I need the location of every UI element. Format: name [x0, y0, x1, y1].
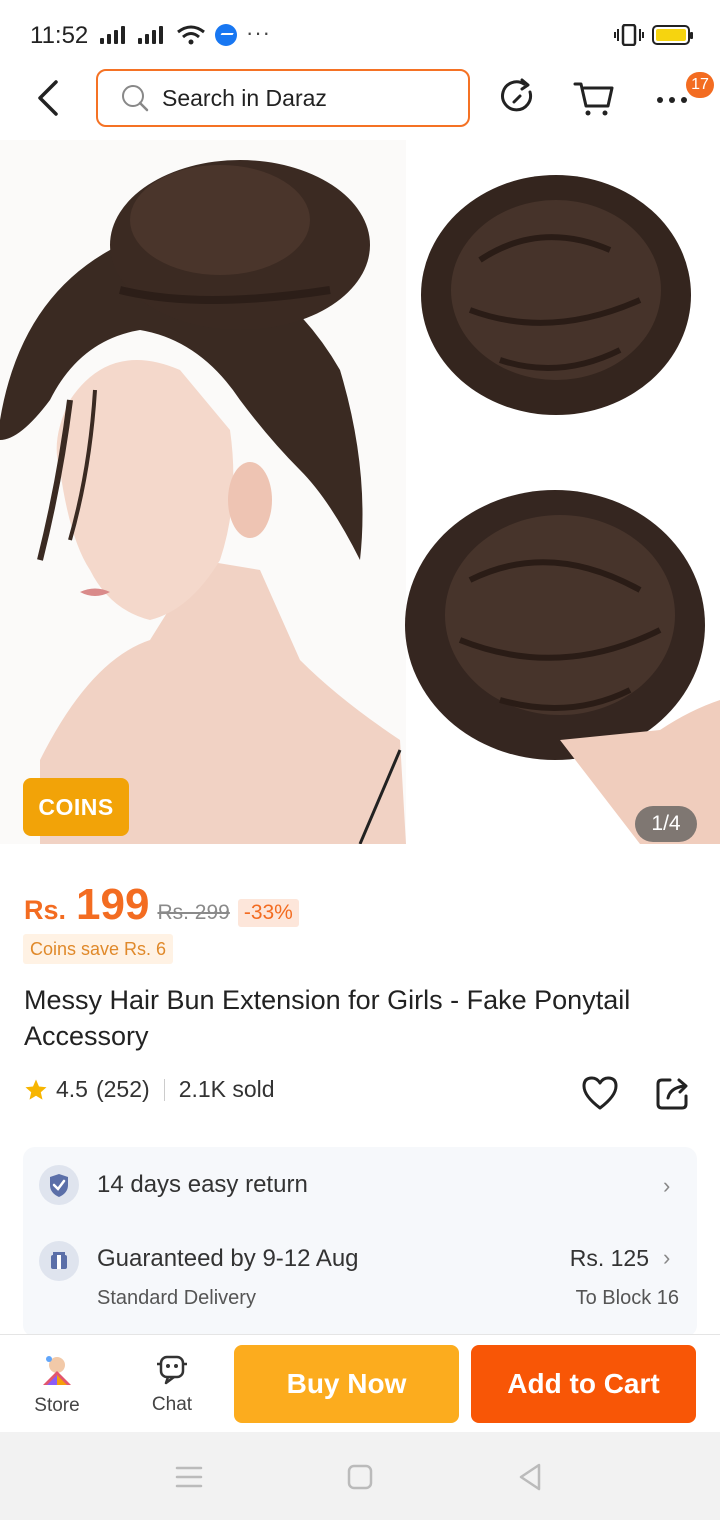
- store-button[interactable]: Store: [7, 1335, 107, 1433]
- status-bar: 11:52 ···: [0, 0, 720, 70]
- back-nav-icon[interactable]: [515, 1462, 545, 1492]
- delivery-type: Standard Delivery: [97, 1287, 256, 1309]
- image-counter: 1/4: [635, 806, 697, 842]
- menu-icon[interactable]: [174, 1462, 204, 1492]
- messenger-icon: [215, 24, 237, 46]
- back-icon[interactable]: [30, 76, 70, 120]
- cart-icon[interactable]: [572, 76, 616, 120]
- price-value: 199: [76, 880, 150, 929]
- delivery-destination: To Block 16: [575, 1287, 679, 1309]
- rating-value: 4.5: [56, 1076, 88, 1102]
- review-count: (252): [95, 1076, 150, 1102]
- delivery-label: Guaranteed by 9-12 Aug: [97, 1245, 359, 1272]
- chat-label: Chat: [151, 1394, 193, 1415]
- buy-now-button[interactable]: Buy Now: [234, 1345, 459, 1423]
- cart-count-badge: 17: [686, 72, 714, 98]
- status-time: 11:52: [30, 22, 89, 49]
- rating-row[interactable]: 4.5 (252) 2.1K sold: [24, 1076, 275, 1103]
- chevron-right-icon: ›: [663, 1173, 671, 1198]
- discount-badge: -33%: [237, 899, 299, 927]
- status-more-icon: ···: [246, 20, 271, 45]
- search-placeholder: Search in Daraz: [162, 84, 327, 111]
- battery-icon: [652, 25, 693, 45]
- star-icon: [25, 1079, 47, 1100]
- system-nav-bar: [0, 1432, 720, 1520]
- return-policy-row[interactable]: 14 days easy return ›: [23, 1147, 697, 1223]
- add-to-cart-button[interactable]: Add to Cart: [471, 1345, 696, 1423]
- share-icon[interactable]: [654, 1074, 692, 1112]
- bottom-action-bar: Store Chat Buy Now Add to Cart: [0, 1334, 720, 1432]
- vibrate-icon: [614, 24, 644, 46]
- sold-count: 2.1K sold: [178, 1076, 275, 1102]
- divider: [163, 1078, 165, 1101]
- product-title: Messy Hair Bun Extension for Girls - Fak…: [24, 985, 631, 1051]
- store-icon: [43, 1356, 71, 1385]
- delivery-icon: [39, 1241, 79, 1281]
- shield-icon: [39, 1165, 79, 1205]
- home-icon[interactable]: [345, 1462, 375, 1492]
- coins-save-tag: Coins save Rs. 6: [23, 934, 174, 964]
- search-input[interactable]: Search in Daraz: [96, 69, 470, 127]
- signal-icon: [100, 26, 125, 44]
- wifi-icon: [177, 25, 205, 45]
- delivery-price: Rs. 125: [569, 1245, 649, 1271]
- refresh-icon[interactable]: [496, 76, 540, 120]
- chevron-right-icon: ›: [663, 1245, 671, 1270]
- original-price: Rs. 299: [157, 901, 230, 924]
- chat-icon: [157, 1355, 187, 1385]
- top-header: Search in Daraz: [0, 62, 720, 142]
- price-row: Rs. 199 Rs. 299 -33%: [24, 880, 299, 930]
- search-icon: [122, 85, 149, 112]
- price-currency: Rs.: [24, 895, 67, 925]
- return-label: 14 days easy return: [97, 1171, 308, 1198]
- signal-icon-2: [138, 26, 163, 44]
- wishlist-heart-icon[interactable]: [580, 1074, 620, 1112]
- store-label: Store: [34, 1395, 80, 1416]
- service-info-card: 14 days easy return › Guaranteed by 9-12…: [23, 1147, 697, 1337]
- coins-badge: COINS: [23, 778, 129, 836]
- delivery-row[interactable]: Guaranteed by 9-12 Aug Standard Delivery…: [23, 1229, 697, 1329]
- product-image-gallery[interactable]: [0, 140, 720, 844]
- chat-button[interactable]: Chat: [122, 1335, 222, 1433]
- product-image: [0, 140, 720, 844]
